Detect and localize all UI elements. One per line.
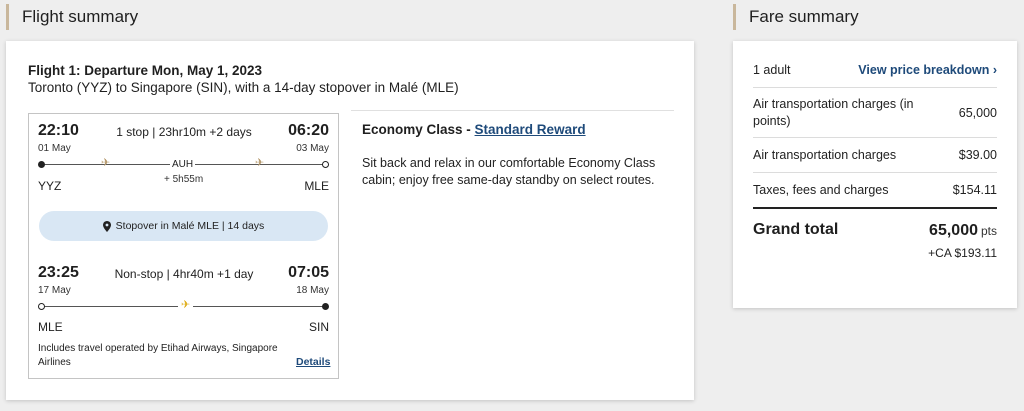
fare-divider [753,137,997,138]
leg2-arrive-date: 18 May [296,285,329,296]
itinerary-box: 22:10 01 May 1 stop | 23hr10m +2 days 06… [28,113,339,379]
leg1-depart-date: 01 May [38,143,71,154]
grand-total-label: Grand total [753,221,839,238]
operated-by-note: Includes travel operated by Etihad Airwa… [38,343,278,368]
leg2-from-airport: MLE [38,320,63,334]
fare-row-label: Taxes, fees and charges [753,183,889,197]
leg2-arrive-time: 07:05 [288,264,329,281]
stopover-label: Stopover in Malé MLE | 14 days [115,220,265,232]
standard-reward-link[interactable]: Standard Reward [475,122,586,137]
leg2-origin-dot [38,303,45,310]
fare-row-value: $39.00 [958,148,997,162]
leg1-arrive-time: 06:20 [288,122,329,139]
flight-route: Toronto (YYZ) to Singapore (SIN), with a… [28,80,459,95]
fare-row-label: Air transportation charges [753,148,897,162]
leg1-to-airport: MLE [304,179,329,193]
leg1-from-airport: YYZ [38,179,62,193]
fare-row-value: $154.11 [952,183,997,197]
grand-total-unit: pts [980,224,997,238]
cabin-divider [351,110,674,111]
leg2-summary: Non-stop | 4hr40m +1 day [114,267,254,281]
leg2-destination-dot [322,303,329,310]
passenger-row: 1 adult View price breakdown › [753,62,997,79]
leg2-to-airport: SIN [308,320,329,334]
singapore-airlines-icon: ✈ [178,300,194,311]
etihad-airline-icon: ✈ [255,157,265,169]
leg1-origin-dot [38,161,45,168]
fare-divider [753,87,997,88]
flight-summary-heading: Flight summary [6,4,138,30]
leg1-destination-dot [322,161,329,168]
leg1-summary: 1 stop | 23hr10m +2 days [116,125,252,139]
fare-row: Air transportation charges (in points) 6… [753,96,997,130]
map-pin-icon [102,220,111,232]
cabin-description: Sit back and relax in our comfortable Ec… [362,156,656,187]
leg2-depart-date: 17 May [38,285,71,296]
grand-total-divider [753,207,997,209]
fare-summary-heading: Fare summary [733,4,859,30]
fare-summary-card: 1 adult View price breakdown › Air trans… [733,41,1017,308]
leg1-arrive-date: 03 May [296,143,329,154]
fare-row-value: 65,000 [958,106,997,120]
fare-row-label: Air transportation charges (in points) [753,97,914,128]
leg1-layover: + 5h55m [164,174,204,185]
stopover-banner: Stopover in Malé MLE | 14 days [39,211,328,241]
fare-divider [753,172,997,173]
fare-row: Taxes, fees and charges $154.11 [753,182,997,199]
grand-total-cash: +CA $193.11 [928,246,997,260]
grand-total-points-value: 65,000 [929,222,978,239]
leg1-depart-time: 22:10 [38,122,79,139]
cabin-class: Economy Class - Standard Reward [362,122,586,137]
etihad-airline-icon: ✈ [101,157,111,169]
details-link[interactable]: Details [296,356,330,368]
view-price-breakdown-link[interactable]: View price breakdown › [858,62,997,79]
fare-row: Air transportation charges $39.00 [753,147,997,164]
flight-title: Flight 1: Departure Mon, May 1, 2023 [28,63,263,78]
grand-total-points: 65,000 pts [929,222,997,240]
cabin-class-label: Economy Class - [362,122,475,137]
leg2-depart-time: 23:25 [38,264,79,281]
leg1-stop-code: AUH [170,159,196,170]
flight-summary-card: Flight 1: Departure Mon, May 1, 2023 Tor… [6,41,694,400]
